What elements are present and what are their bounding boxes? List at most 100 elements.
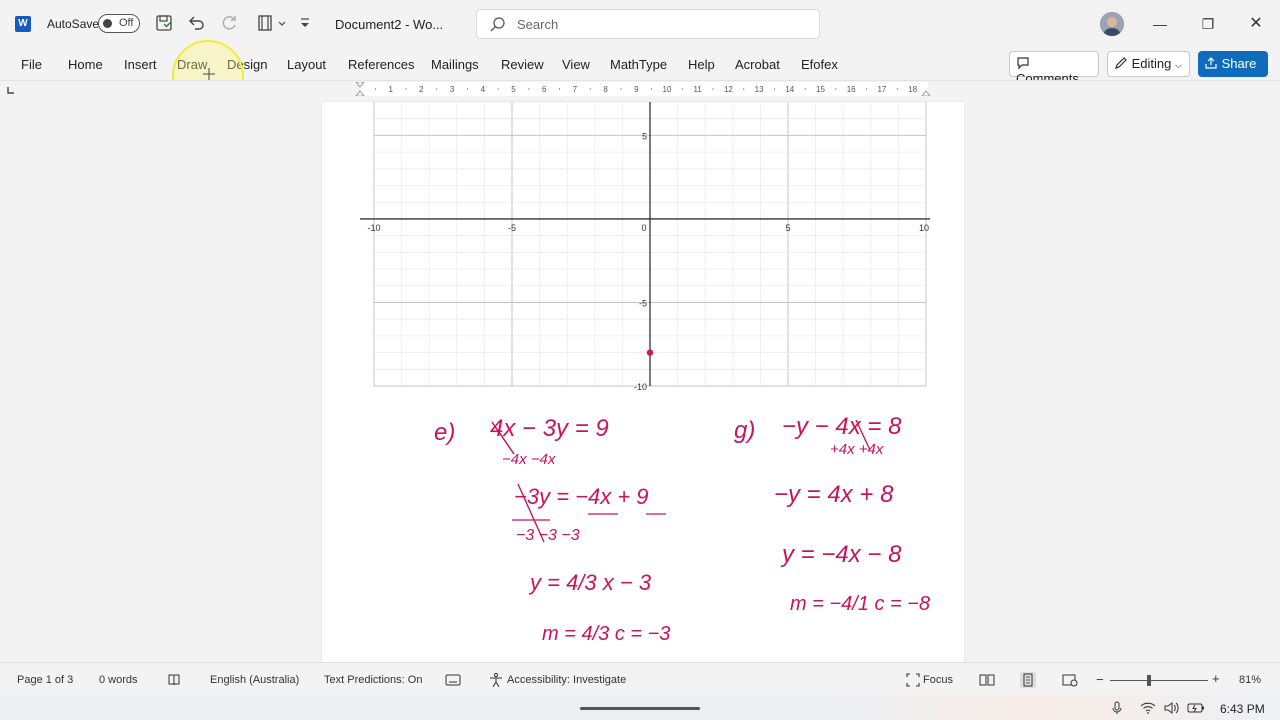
part-e-line2: −3y = −4x + 9	[514, 484, 649, 509]
handwritten-working: e) 4x − 3y = 9 −4x −4x −3y = −4x + 9 −3 …	[434, 413, 930, 645]
y-tick-label: -5	[639, 298, 647, 308]
tab-file[interactable]: File	[21, 57, 42, 72]
layout-icon[interactable]	[256, 14, 274, 32]
ruler-label: 6	[542, 85, 547, 94]
ruler-label: 2	[419, 85, 424, 94]
ruler-label: 4	[481, 85, 486, 94]
plotted-point[interactable]	[646, 349, 654, 356]
search-icon	[490, 17, 505, 32]
customize-toolbar-icon[interactable]	[298, 14, 312, 32]
part-e-line1: 4x − 3y = 9	[490, 415, 609, 442]
horizontal-ruler[interactable]: 1 2 3 4 5 6 7 8 9 10 11 12 13 14 15 16 17 18	[322, 82, 964, 96]
zoom-in-button[interactable]: +	[1212, 671, 1220, 686]
ruler-label: 18	[908, 85, 917, 94]
document-title[interactable]: Document2 - Wo...	[335, 17, 443, 32]
part-g-line1-sub: +4x +4x	[830, 441, 884, 458]
editing-button[interactable]: Editing ⌵	[1107, 51, 1190, 77]
chevron-down-icon: ⌵	[1175, 60, 1182, 70]
tab-insert[interactable]: Insert	[124, 57, 157, 72]
save-icon[interactable]	[155, 14, 173, 32]
part-e-line2-div: −3 −3 −3	[516, 527, 580, 544]
print-layout-icon[interactable]	[1020, 672, 1036, 688]
tab-review[interactable]: Review	[501, 57, 544, 72]
tab-acrobat[interactable]: Acrobat	[735, 57, 780, 72]
comments-button[interactable]: Comments	[1009, 51, 1099, 86]
ruler-label: 10	[663, 85, 672, 94]
coordinate-graph: -10 -5 0 5 10 5 -5 -10	[360, 102, 930, 392]
toggle-knob	[103, 19, 112, 28]
web-layout-icon[interactable]	[1062, 673, 1078, 687]
tab-layout[interactable]: Layout	[287, 57, 326, 72]
ruler-label: 9	[634, 85, 639, 94]
accessibility-status[interactable]: Accessibility: Investigate	[507, 674, 626, 686]
taskbar-handle[interactable]	[580, 707, 700, 710]
tab-help[interactable]: Help	[688, 57, 715, 72]
restore-icon[interactable]: ❐	[1196, 12, 1220, 36]
language-status[interactable]: English (Australia)	[210, 674, 299, 686]
part-e-line4: m = 4/3 c = −3	[542, 623, 670, 645]
part-g-line4: m = −4/1 c = −8	[790, 593, 930, 615]
part-g-line3: y = −4x − 8	[780, 541, 902, 568]
volume-icon[interactable]	[1163, 701, 1179, 715]
part-g-label: g)	[734, 417, 755, 444]
autosave-label: AutoSave	[47, 17, 100, 31]
text-predictions-status[interactable]: Text Predictions: On	[324, 674, 422, 686]
ruler-label: 14	[785, 85, 794, 94]
part-e-label: e)	[434, 419, 455, 446]
zoom-slider-thumb[interactable]	[1147, 675, 1151, 686]
microphone-icon[interactable]	[1111, 701, 1123, 715]
share-label: Share	[1221, 56, 1257, 71]
tab-references[interactable]: References	[348, 57, 414, 72]
word-count[interactable]: 0 words	[99, 674, 138, 686]
x-tick-label: 0	[641, 223, 646, 233]
ruler-label: 7	[573, 85, 578, 94]
part-g-line1: −y − 4x = 8	[782, 413, 902, 440]
editing-label: Editing	[1131, 56, 1172, 71]
zoom-out-button[interactable]: −	[1096, 672, 1104, 687]
focus-icon[interactable]	[905, 672, 921, 688]
tab-mathtype[interactable]: MathType	[610, 57, 667, 72]
y-tick-label: 5	[642, 131, 647, 141]
tab-mailings[interactable]: Mailings	[431, 57, 479, 72]
share-button[interactable]: Share ⌵	[1198, 51, 1268, 85]
ruler-label: 17	[877, 85, 886, 94]
keyboard-icon[interactable]	[445, 673, 461, 687]
tab-stop-icon[interactable]	[6, 85, 16, 95]
redo-icon[interactable]	[220, 14, 238, 32]
part-e-line1-sub: −4x −4x	[502, 451, 556, 468]
autosave-toggle[interactable]: Off	[98, 14, 140, 33]
read-mode-icon[interactable]	[979, 673, 995, 687]
zoom-level[interactable]: 81%	[1239, 674, 1261, 686]
part-g-line2: −y = 4x + 8	[774, 481, 894, 508]
wifi-icon[interactable]	[1140, 702, 1156, 714]
x-tick-label: -10	[367, 223, 380, 233]
clock[interactable]: 6:43 PM	[1220, 702, 1265, 716]
close-icon[interactable]: ✕	[1244, 12, 1268, 36]
avatar[interactable]	[1100, 12, 1124, 36]
share-icon	[1205, 57, 1217, 69]
proofing-book-icon[interactable]	[167, 673, 181, 687]
ruler-label: 3	[450, 85, 455, 94]
ruler-label: 1	[388, 85, 393, 94]
zoom-slider-track[interactable]	[1110, 680, 1208, 681]
y-tick-label: -10	[634, 382, 647, 392]
search-placeholder: Search	[517, 17, 559, 32]
search-box[interactable]: Search	[476, 9, 820, 39]
battery-icon[interactable]	[1186, 701, 1206, 715]
minimize-icon[interactable]: —	[1148, 12, 1172, 36]
status-bar	[0, 662, 1280, 697]
tab-efofex[interactable]: Efofex	[801, 57, 838, 72]
comment-icon	[1017, 57, 1029, 70]
autosave-state: Off	[119, 17, 134, 29]
cursor-icon	[203, 68, 215, 80]
ruler-label: 13	[755, 85, 764, 94]
tab-view[interactable]: View	[562, 57, 590, 72]
accessibility-icon[interactable]	[488, 672, 504, 688]
undo-icon[interactable]	[187, 14, 205, 32]
page-count[interactable]: Page 1 of 3	[17, 674, 73, 686]
pencil-icon	[1115, 57, 1127, 69]
chevron-down-icon[interactable]	[276, 14, 288, 32]
focus-button[interactable]: Focus	[923, 674, 953, 686]
x-tick-label: 10	[919, 223, 929, 233]
tab-home[interactable]: Home	[68, 57, 103, 72]
